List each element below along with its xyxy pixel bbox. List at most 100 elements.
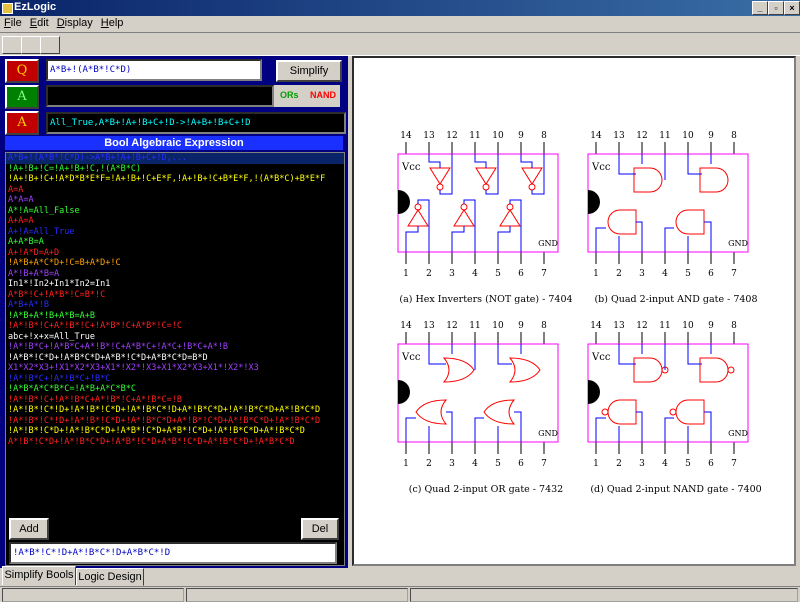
gate-symbol [607,399,637,425]
list-item[interactable]: !A*!B*!C+!A*!B*C+A*!B*!C+A*!B*C=!B [6,395,344,406]
gate-symbol [675,209,705,235]
pin-label: 1 [593,459,599,469]
new-expression-input[interactable]: !A*B*!C*!D+A*!B*C*!D+A*B*C*!D [9,542,337,564]
list-item[interactable]: A+!A=All_True [6,227,344,238]
pin-label: 6 [518,269,524,279]
title-bar: EzLogic _ ▫ × [0,0,800,16]
list-item[interactable]: A*!A=All_False [6,206,344,217]
pin-label: 5 [685,459,691,469]
pin-label: 8 [731,321,737,331]
q-button[interactable]: Q [5,59,39,83]
ors-nand-box: ORs NAND [274,85,340,107]
gate-symbol [607,209,637,235]
wire [474,154,487,168]
pin-label: 13 [423,131,435,141]
list-item[interactable]: !A*!B*!C*D+!A*!B*C*D+!A*B*!C*D+A*B*!C*D+… [6,426,344,437]
list-item[interactable]: !A+!B+!C=!A+!B+!C,!(A*B*C) [6,164,344,175]
list-item[interactable]: !A*!B*!C+A*!B*!C+!A*B*!C+A*B*!C=!C [6,321,344,332]
list-item[interactable]: A*!B*!C*D+!A*!B*C*D+!A*B*!C*D+A*B*!C*D+A… [6,437,344,448]
menu-edit[interactable]: Edit [26,16,53,30]
a-answer-field[interactable]: All_True,A*B+!A+!B+C+!D->!A+B+!B+C+!D [46,112,346,134]
ors-label[interactable]: ORs [280,90,299,100]
list-item[interactable]: !A*B+A*C*D+!C=B+A*D+!C [6,258,344,269]
wire [428,344,446,365]
toolbar-button-3[interactable] [40,36,60,54]
wire [405,417,416,442]
minimize-button[interactable]: _ [752,1,768,15]
toolbar-button-2[interactable] [21,36,41,54]
list-item[interactable]: A*B*!C+!A*B*!C=B*!C [6,290,344,301]
simplify-button[interactable]: Simplify [276,60,342,82]
pin-label: 5 [685,269,691,279]
list-item[interactable]: !A*B*A*C*B*C=!A*B+A*C*B*C [6,384,344,395]
list-item[interactable]: A+A*B=A [6,237,344,248]
add-button[interactable]: Add [9,518,49,540]
a-button-2[interactable]: A [5,111,39,135]
pin-label: 9 [708,131,714,141]
pin-label: 12 [636,321,647,331]
del-button[interactable]: Del [301,518,339,540]
pin-label: 4 [472,269,478,279]
pin-label: 10 [682,321,694,331]
pin-label: 8 [541,131,547,141]
a-result-field[interactable] [46,85,274,107]
list-item[interactable]: !A*B*!C*D+!A*B*C*D+A*B*!C*D+A*B*C*D=B*D [6,353,344,364]
menu-display[interactable]: Display [53,16,97,30]
simplify-panel: Q A*B+!(A*B*!C*D) Simplify A ORs NAND A … [0,56,348,568]
list-item[interactable]: A+!A*D=A+D [6,248,344,259]
gate-symbol [521,167,543,185]
vcc-label: Vcc [401,162,421,173]
pin-label: 6 [708,459,714,469]
nand-label[interactable]: NAND [310,90,336,100]
gnd-label: GND [728,429,748,438]
toolbar-button-1[interactable] [2,36,22,54]
vcc-label: Vcc [591,352,611,363]
q-expression-input[interactable]: A*B+!(A*B*!C*D) [46,59,262,81]
pin-label: 4 [662,269,668,279]
wire [520,154,533,168]
wire [428,154,441,168]
a-button-1[interactable]: A [5,85,39,109]
tab-logic-design[interactable]: Logic Design [76,568,144,586]
list-item[interactable]: A*B+A*!B [6,300,344,311]
wire [704,221,712,252]
list-item[interactable]: A*A=A [6,195,344,206]
list-item[interactable]: !A*B+A*!B+A*B=A+B [6,311,344,322]
wire [497,344,512,365]
wire [664,417,674,442]
list-item[interactable]: !A*!B*!C*!D+!A*!B*!C*D+!A*!B*C*!D+A*!B*C… [6,405,344,416]
list-item[interactable]: !A*!B*C+!A*B*C+A*!B*!C+A*B*C+!A*C+!B*C+A… [6,342,344,353]
list-item[interactable]: !A*!B*!C*!D+!A*!B*!C*D+!A*!B*C*D+A*!B*!C… [6,416,344,427]
list-item[interactable]: A*B+!(A*B*!C*D)->A*B+!A+!B+C+!D,... [6,153,344,164]
wire [497,226,511,252]
wire [451,226,465,252]
pin-label: 7 [541,459,547,469]
list-item[interactable]: abc+!x+x=All_True [6,332,344,343]
chip-caption: (a) Hex Inverters (NOT gate) - 7404 [399,294,572,305]
list-item[interactable]: !A*!B*C+!A*!B*C+!B*C [6,374,344,385]
list-item[interactable]: A+A=A [6,216,344,227]
close-button[interactable]: × [784,1,800,15]
list-item[interactable]: X1*X2*X3+!X1*X2*X3+X1*!X2*!X3+X1*X2*X3+X… [6,363,344,374]
menu-bar: File Edit Display Help [0,16,800,30]
chip-caption: (b) Quad 2-input AND gate - 7408 [594,294,757,305]
gate-symbol [699,357,729,383]
pin-label: 4 [662,459,668,469]
pin-label: 8 [731,131,737,141]
list-item[interactable]: !A+!B+!C+!A*D*B*E*F=!A+!B+!C+E*F,!A+!B+!… [6,174,344,185]
maximize-button[interactable]: ▫ [768,1,784,15]
tab-simplify-bools[interactable]: Simplify Bools [2,566,76,585]
expression-list[interactable]: A*B+!(A*B*!C*D)->A*B+!A+!B+C+!D,... !A+!B… [5,152,345,566]
menu-file[interactable]: File [0,16,26,30]
list-item[interactable]: A=A [6,185,344,196]
pin-label: 6 [708,269,714,279]
status-bar [0,586,800,602]
wire [664,227,674,252]
pin-label: 2 [616,269,622,279]
pin-label: 6 [518,459,524,469]
wire [704,411,712,442]
logic-diagram-panel: 14 13 12 11 10 9 8 1 2 3 4 5 6 7 Vcc GND (a) Hex Inverte… [352,56,796,566]
menu-help[interactable]: Help [97,16,128,30]
list-item[interactable]: A*!B+A*B=A [6,269,344,280]
list-item[interactable]: In1*!In2+In1*In2=In1 [6,279,344,290]
